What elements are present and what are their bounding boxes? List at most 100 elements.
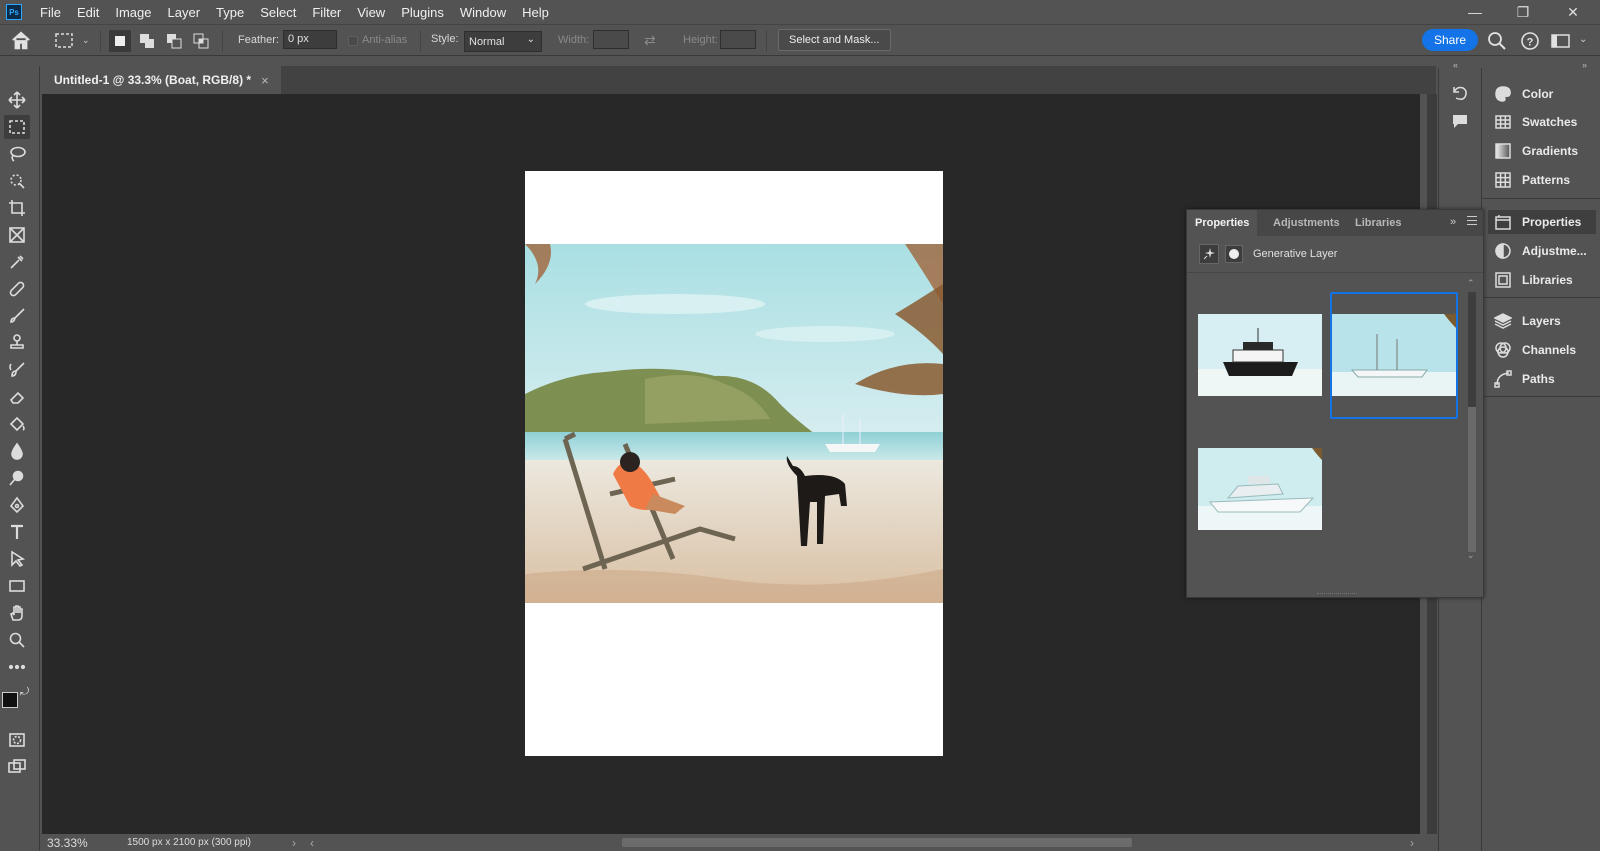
scroll-left-icon[interactable]: ‹: [310, 836, 314, 850]
quick-mask-button[interactable]: [4, 728, 30, 752]
subtract-selection-button[interactable]: [163, 30, 185, 52]
menu-type[interactable]: Type: [208, 5, 252, 20]
panel-scrollbar[interactable]: [1468, 292, 1476, 552]
scroll-down-icon[interactable]: ⌄: [1467, 550, 1475, 561]
close-tab-icon[interactable]: ×: [261, 73, 269, 88]
document-info[interactable]: 1500 px x 2100 px (300 ppi): [127, 837, 287, 848]
healing-brush-tool[interactable]: [4, 277, 30, 301]
menu-window[interactable]: Window: [452, 5, 514, 20]
dock-patterns[interactable]: Patterns: [1488, 168, 1596, 192]
menu-help[interactable]: Help: [514, 5, 557, 20]
restore-button[interactable]: ❐: [1500, 0, 1546, 24]
feather-input[interactable]: 0 px: [283, 30, 337, 49]
width-input[interactable]: [593, 30, 629, 49]
status-next-icon[interactable]: ›: [292, 836, 296, 850]
home-button[interactable]: [10, 30, 34, 52]
tab-libraries[interactable]: Libraries: [1347, 210, 1409, 236]
object-selection-tool[interactable]: [4, 169, 30, 193]
chevron-down-icon[interactable]: ⌄: [82, 35, 90, 46]
brush-tool[interactable]: [4, 304, 30, 328]
panel-expand-icon[interactable]: »: [1450, 216, 1456, 228]
clone-stamp-tool[interactable]: [4, 331, 30, 355]
swap-colors-icon[interactable]: ⤾: [20, 686, 29, 699]
height-input[interactable]: [720, 30, 756, 49]
style-select[interactable]: Normal ⌄: [464, 31, 542, 52]
menu-filter[interactable]: Filter: [304, 5, 349, 20]
menu-layer[interactable]: Layer: [160, 5, 209, 20]
help-button[interactable]: ?: [1520, 31, 1540, 51]
crop-tool[interactable]: [4, 196, 30, 220]
menu-image[interactable]: Image: [107, 5, 159, 20]
collapse-dock-icon[interactable]: »: [1582, 60, 1587, 70]
foreground-color-swatch[interactable]: [2, 692, 18, 708]
dodge-tool[interactable]: [4, 466, 30, 490]
history-brush-tool[interactable]: [4, 358, 30, 382]
menu-plugins[interactable]: Plugins: [393, 5, 452, 20]
dock-paths[interactable]: Paths: [1488, 367, 1596, 391]
history-panel-button[interactable]: [1449, 82, 1471, 104]
paint-bucket-tool[interactable]: [4, 412, 30, 436]
dock-layers[interactable]: Layers: [1488, 309, 1596, 333]
marquee-preset-button[interactable]: [54, 32, 76, 50]
beach-photo-layer[interactable]: [525, 244, 943, 603]
eraser-tool[interactable]: [4, 385, 30, 409]
scroll-right-icon[interactable]: ›: [1410, 836, 1414, 850]
swap-width-height-icon[interactable]: ⇄: [644, 32, 664, 50]
blur-tool[interactable]: [4, 439, 30, 463]
dock-color[interactable]: Color: [1488, 82, 1596, 106]
anti-alias-checkbox[interactable]: [348, 36, 358, 46]
minimize-button[interactable]: —: [1452, 0, 1498, 24]
new-selection-button[interactable]: [109, 30, 131, 52]
search-button[interactable]: [1487, 31, 1507, 51]
zoom-tool[interactable]: [4, 628, 30, 652]
color-swatches[interactable]: ⤾: [2, 686, 36, 718]
menu-select[interactable]: Select: [252, 5, 304, 20]
rectangle-tool[interactable]: [4, 574, 30, 598]
path-selection-tool[interactable]: [4, 547, 30, 571]
intersect-selection-button[interactable]: [190, 30, 212, 52]
add-to-selection-button[interactable]: [136, 30, 158, 52]
share-button[interactable]: Share: [1422, 29, 1479, 51]
dock-properties[interactable]: Properties: [1488, 210, 1596, 234]
quick-selection-icon: [10, 174, 25, 189]
move-tool[interactable]: [4, 88, 30, 112]
dock-channels[interactable]: Channels: [1488, 338, 1596, 362]
drop-icon: [11, 442, 23, 460]
lasso-tool[interactable]: [4, 142, 30, 166]
dock-adjustments[interactable]: Adjustme...: [1488, 239, 1596, 263]
eyedropper-tool[interactable]: [4, 250, 30, 274]
select-and-mask-button[interactable]: Select and Mask...: [778, 29, 891, 51]
close-window-button[interactable]: ✕: [1550, 0, 1596, 24]
scroll-up-icon[interactable]: ⌃: [1467, 278, 1475, 289]
variation-thumbnail-1[interactable]: [1198, 314, 1322, 396]
comments-panel-button[interactable]: [1449, 110, 1471, 132]
variation-thumbnail-2[interactable]: [1332, 314, 1456, 396]
dock-swatches[interactable]: Swatches: [1488, 110, 1596, 134]
chevron-down-icon[interactable]: ⌄: [1579, 34, 1587, 45]
pen-tool[interactable]: [4, 493, 30, 517]
menu-edit[interactable]: Edit: [69, 5, 107, 20]
zoom-level[interactable]: 33.33%: [47, 836, 117, 850]
panel-menu-icon[interactable]: [1467, 216, 1477, 225]
dock-libraries[interactable]: Libraries: [1488, 268, 1596, 292]
layer-type-label: Generative Layer: [1253, 248, 1338, 260]
frame-tool[interactable]: [4, 223, 30, 247]
dock-gradients[interactable]: Gradients: [1488, 139, 1596, 163]
type-tool[interactable]: [4, 520, 30, 544]
tab-adjustments[interactable]: Adjustments: [1265, 210, 1348, 236]
hand-tool[interactable]: [4, 601, 30, 625]
yacht-variation-image: [1198, 448, 1322, 530]
horizontal-scroll-thumb[interactable]: [622, 838, 1132, 847]
panel-resize-grip[interactable]: [1317, 593, 1357, 595]
rectangular-marquee-tool[interactable]: [4, 115, 30, 139]
screen-mode-button[interactable]: [4, 755, 30, 779]
document-tab[interactable]: Untitled-1 @ 33.3% (Boat, RGB/8) * ×: [42, 66, 281, 94]
collapse-panels-icon[interactable]: «: [1453, 60, 1458, 70]
tab-properties[interactable]: Properties: [1187, 210, 1258, 236]
variation-thumbnail-3[interactable]: [1198, 448, 1322, 530]
menu-file[interactable]: File: [32, 5, 69, 20]
more-tools-button[interactable]: [4, 655, 30, 679]
menu-view[interactable]: View: [349, 5, 393, 20]
panel-scroll-thumb[interactable]: [1468, 407, 1476, 552]
workspace-button[interactable]: [1550, 32, 1572, 50]
